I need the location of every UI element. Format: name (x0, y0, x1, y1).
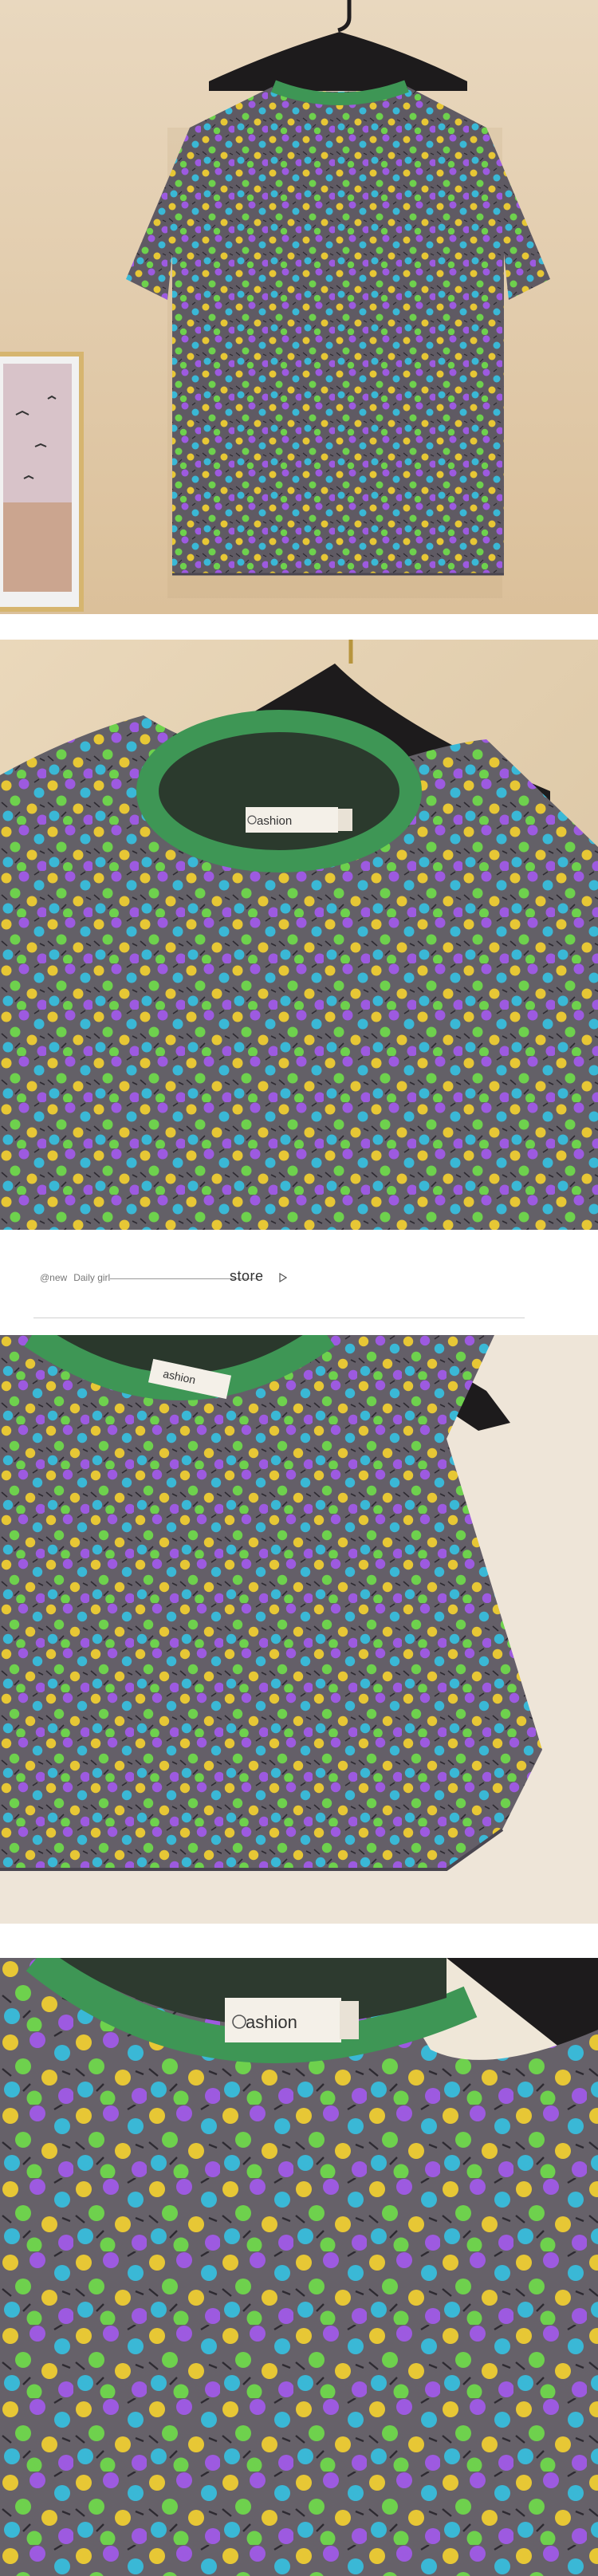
product-photo-collar-label: ashion (0, 640, 598, 1230)
brand-tag-3: ashion (225, 1998, 359, 2042)
tag-text: ashion (246, 2012, 297, 2032)
play-outline-icon[interactable] (279, 1273, 287, 1282)
tshirt-back (126, 86, 550, 574)
store-link[interactable]: store (230, 1268, 264, 1285)
brand-row: @new Daily girl store (33, 1266, 565, 1290)
product-photo-sleeve: ashion (0, 1335, 598, 1924)
brand-tagline: @new (40, 1272, 68, 1283)
wall-picture-frame (0, 352, 84, 612)
brand-text: @new Daily girl (40, 1272, 116, 1283)
product-photo-full-back (0, 0, 598, 614)
product-photo-collar-detail: ashion (0, 1958, 598, 2576)
brand-tag-1: ashion (246, 807, 352, 833)
tag-text: ashion (257, 814, 292, 828)
brand-divider-section: @new Daily girl store (0, 1230, 598, 1335)
brand-subtitle: Daily girl (73, 1272, 111, 1283)
